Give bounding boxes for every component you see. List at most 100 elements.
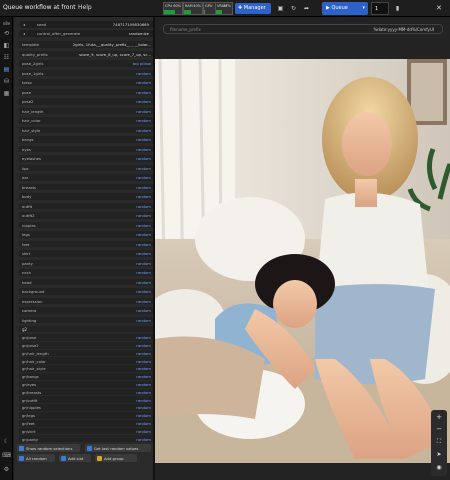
slot-row[interactable]: head random xyxy=(19,278,161,286)
slot-row[interactable]: template 2girls, 1futa,__quality_prefix__… xyxy=(19,41,161,48)
control-after-generate-widget[interactable]: ◂ control_after_generate randomize ▸ xyxy=(19,30,161,37)
slot-row[interactable]: outfit random xyxy=(19,202,161,210)
slot-value[interactable]: random xyxy=(136,71,151,76)
slot-value[interactable]: score_9, score_8_up, score_7_up, sc... xyxy=(79,52,151,57)
slot-value[interactable]: random xyxy=(136,366,151,371)
slot-value[interactable]: random xyxy=(136,390,151,395)
slot-row[interactable]: hair_color random xyxy=(19,117,161,124)
slot-row[interactable]: quality_prefix score_9, score_8_up, score… xyxy=(19,50,161,58)
slot-value[interactable]: random xyxy=(136,90,151,95)
all-random-button[interactable]: All random xyxy=(17,454,55,462)
slot-row[interactable]: gr/breasts random xyxy=(19,388,161,396)
slot-value[interactable]: random xyxy=(136,308,151,313)
slot-row[interactable]: body random xyxy=(19,193,161,200)
slot-row[interactable]: skirt random xyxy=(19,250,161,257)
toggle-links-icon[interactable]: ◉ xyxy=(434,463,444,473)
moon-icon[interactable]: ☾ xyxy=(2,437,11,446)
slot-row[interactable]: gr/bangs random xyxy=(19,373,161,380)
slot-value[interactable]: random xyxy=(136,374,151,379)
slot-value[interactable]: top pillow xyxy=(133,61,151,66)
slot-value[interactable]: random xyxy=(136,147,151,152)
zoom-in-icon[interactable]: + xyxy=(434,412,444,422)
slot-row[interactable]: gr/feet random xyxy=(19,419,161,427)
slot-row[interactable]: torso random xyxy=(19,79,161,86)
models-icon[interactable]: ☷ xyxy=(2,53,11,62)
slot-row[interactable]: gr/nipples random xyxy=(19,404,161,411)
add-slot-button[interactable]: Add slot xyxy=(59,454,91,462)
help-menu[interactable]: Help xyxy=(78,4,92,11)
slot-value[interactable]: random xyxy=(136,242,151,247)
slot-value[interactable]: random xyxy=(136,80,151,85)
slot-value[interactable]: random xyxy=(136,128,151,133)
slot-row[interactable]: gr/skirt random xyxy=(19,427,161,435)
slot-value[interactable]: random xyxy=(136,429,151,434)
slot-row[interactable]: expression random xyxy=(19,297,161,305)
zoom-out-icon[interactable]: − xyxy=(434,424,444,434)
slot-row[interactable]: gr/outfit random xyxy=(19,396,161,404)
slot-value[interactable]: random xyxy=(136,382,151,387)
slot-value[interactable]: random xyxy=(136,194,151,199)
slot-value[interactable]: random xyxy=(136,413,151,418)
slot-row[interactable]: gr/hair_length random xyxy=(19,349,161,357)
slot-value[interactable]: random xyxy=(136,175,151,180)
pan-icon[interactable]: ➤ xyxy=(434,450,444,460)
slot-row[interactable]: outfit2 random xyxy=(19,212,161,219)
close-icon[interactable]: ✕ xyxy=(436,4,442,12)
slot-row[interactable]: pose random xyxy=(19,88,161,96)
keyboard-icon[interactable]: ⌨ xyxy=(2,451,11,460)
slot-row[interactable]: lighting random xyxy=(19,316,161,324)
slot-value[interactable]: random xyxy=(136,318,151,323)
slot-value[interactable]: random xyxy=(136,398,151,403)
slot-row[interactable]: nipples random xyxy=(19,221,161,229)
slot-row[interactable]: background random xyxy=(19,288,161,295)
slot-row[interactable]: camera random xyxy=(19,307,161,314)
queue-icon[interactable]: ▤ xyxy=(2,65,11,74)
slot-value[interactable]: random xyxy=(136,280,151,285)
history-icon[interactable]: ⟲ xyxy=(2,29,11,38)
decrement-icon[interactable]: ◂ xyxy=(23,22,25,27)
slot-value[interactable]: random xyxy=(136,421,151,426)
image-icon[interactable]: ▣ xyxy=(275,3,286,14)
slot-row[interactable]: gr/hair_style random xyxy=(19,365,161,372)
slot-value[interactable]: random xyxy=(136,204,151,209)
slot-value[interactable]: random xyxy=(136,156,151,161)
slot-row[interactable]: gr/hair_color random xyxy=(19,357,161,365)
slot-value[interactable]: random xyxy=(136,270,151,275)
slot-row[interactable]: legs random xyxy=(19,231,161,238)
manager-button[interactable]: ✚ Manager xyxy=(235,3,271,14)
batch-count-input[interactable]: 1 xyxy=(371,2,389,15)
slot-value[interactable]: random xyxy=(136,213,151,218)
slot-value[interactable]: random xyxy=(136,166,151,171)
slot-value[interactable]: random xyxy=(136,251,151,256)
slot-row[interactable]: bangs random xyxy=(19,136,161,143)
slot-row[interactable]: lips random xyxy=(19,164,161,172)
slot-value[interactable]: random xyxy=(136,99,151,104)
slot-row[interactable]: ear random xyxy=(19,174,161,181)
nodes-icon[interactable]: ◧ xyxy=(2,41,11,50)
slot-row[interactable]: neck random xyxy=(19,269,161,276)
slot-value[interactable]: random xyxy=(136,299,151,304)
prev-option-icon[interactable]: ◂ xyxy=(23,31,25,36)
slot-value[interactable]: random xyxy=(136,232,151,237)
slot-value[interactable]: random xyxy=(136,359,151,364)
slot-value[interactable]: random xyxy=(136,109,151,114)
slot-row[interactable]: pose_1girls random xyxy=(19,69,161,77)
slot-value[interactable]: random xyxy=(136,335,151,340)
slot-row[interactable]: eyelashes random xyxy=(19,155,161,162)
slot-row[interactable]: panty random xyxy=(19,259,161,267)
slot-row[interactable]: breasts random xyxy=(19,183,161,191)
slot-value[interactable]: random xyxy=(136,351,151,356)
seed-widget[interactable]: ◂ seed 748717109830669 ▸ xyxy=(19,21,161,28)
slot-value[interactable]: random xyxy=(136,137,151,142)
workflow-icon[interactable]: ▦ xyxy=(2,89,11,98)
graph-canvas[interactable]: filename_prefix %date:yyyy-MM-dd%/ComfyU… xyxy=(155,17,450,480)
library-icon[interactable]: ⛁ xyxy=(2,77,11,86)
fit-view-icon[interactable]: ⛶ xyxy=(434,437,444,447)
slot-value[interactable]: random xyxy=(136,289,151,294)
get-last-random-values-button[interactable]: Get last random values xyxy=(85,444,151,452)
filename-prefix-field[interactable]: filename_prefix %date:yyyy-MM-dd%/ComfyU… xyxy=(163,24,443,34)
slot-row[interactable]: pose2 random xyxy=(19,98,161,105)
slot-row[interactable]: gr/eyes random xyxy=(19,380,161,388)
slot-row[interactable]: feet random xyxy=(19,240,161,248)
slot-row[interactable]: gr/pose random xyxy=(19,334,161,341)
